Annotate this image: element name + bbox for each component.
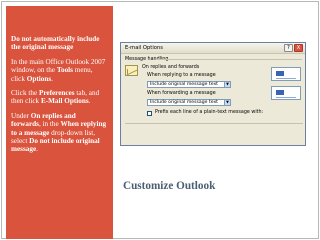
dialog-titlebar: E-mail Options ? X xyxy=(121,43,305,54)
email-options-dialog: E-mail Options ? X Message handling On r… xyxy=(120,42,306,146)
notes-step-3: Under On replies and forwards, in the Wh… xyxy=(11,111,107,154)
slide: Do not automatically include the origina… xyxy=(1,1,319,239)
chevron-down-icon[interactable]: ▼ xyxy=(224,82,230,87)
prefix-label: Prefix each line of a plain-text message… xyxy=(155,110,264,115)
notes-step-1: In the main Office Outlook 2007 window, … xyxy=(11,57,106,83)
forward-label: When forwarding a message xyxy=(147,91,216,96)
prefix-checkbox[interactable] xyxy=(147,111,152,116)
notes-step-2: Click the Preferences tab, and then clic… xyxy=(11,89,100,106)
bottom-divider xyxy=(125,123,303,124)
notes-panel: Do not automatically include the origina… xyxy=(6,6,113,239)
forward-preview-icon xyxy=(271,86,301,100)
forward-dropdown[interactable]: Include original message text ▼ xyxy=(147,99,231,106)
reply-label: When replying to a message xyxy=(147,73,216,78)
envelope-icon xyxy=(125,65,138,76)
replies-forwards-label: On replies and forwards xyxy=(142,65,200,70)
reply-preview-icon xyxy=(271,67,301,81)
notes-heading: Do not automatically include the origina… xyxy=(11,35,100,52)
group-divider xyxy=(157,59,302,60)
help-button[interactable]: ? xyxy=(284,44,293,52)
reply-dropdown[interactable]: Include original message text ▼ xyxy=(147,81,231,88)
slide-title: Customize Outlook xyxy=(123,180,216,192)
close-button[interactable]: X xyxy=(294,44,303,52)
dialog-title: E-mail Options xyxy=(125,45,163,51)
chevron-down-icon[interactable]: ▼ xyxy=(224,100,230,105)
